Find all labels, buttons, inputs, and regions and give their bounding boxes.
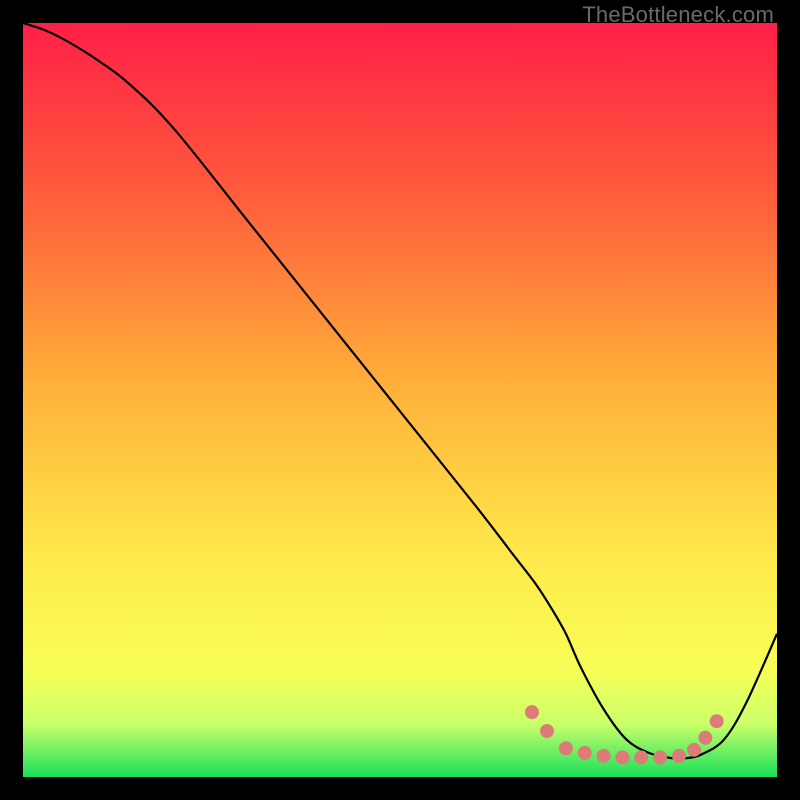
marker-point [653, 750, 667, 764]
marker-point [672, 749, 686, 763]
chart-frame [23, 23, 777, 777]
marker-point [698, 731, 712, 745]
bottleneck-chart [23, 23, 777, 777]
marker-point [615, 750, 629, 764]
marker-point [597, 749, 611, 763]
marker-point [578, 746, 592, 760]
marker-point [559, 741, 573, 755]
marker-point [687, 743, 701, 757]
marker-point [540, 724, 554, 738]
marker-point [525, 705, 539, 719]
gradient-background [23, 23, 777, 777]
marker-point [634, 750, 648, 764]
marker-point [710, 714, 724, 728]
